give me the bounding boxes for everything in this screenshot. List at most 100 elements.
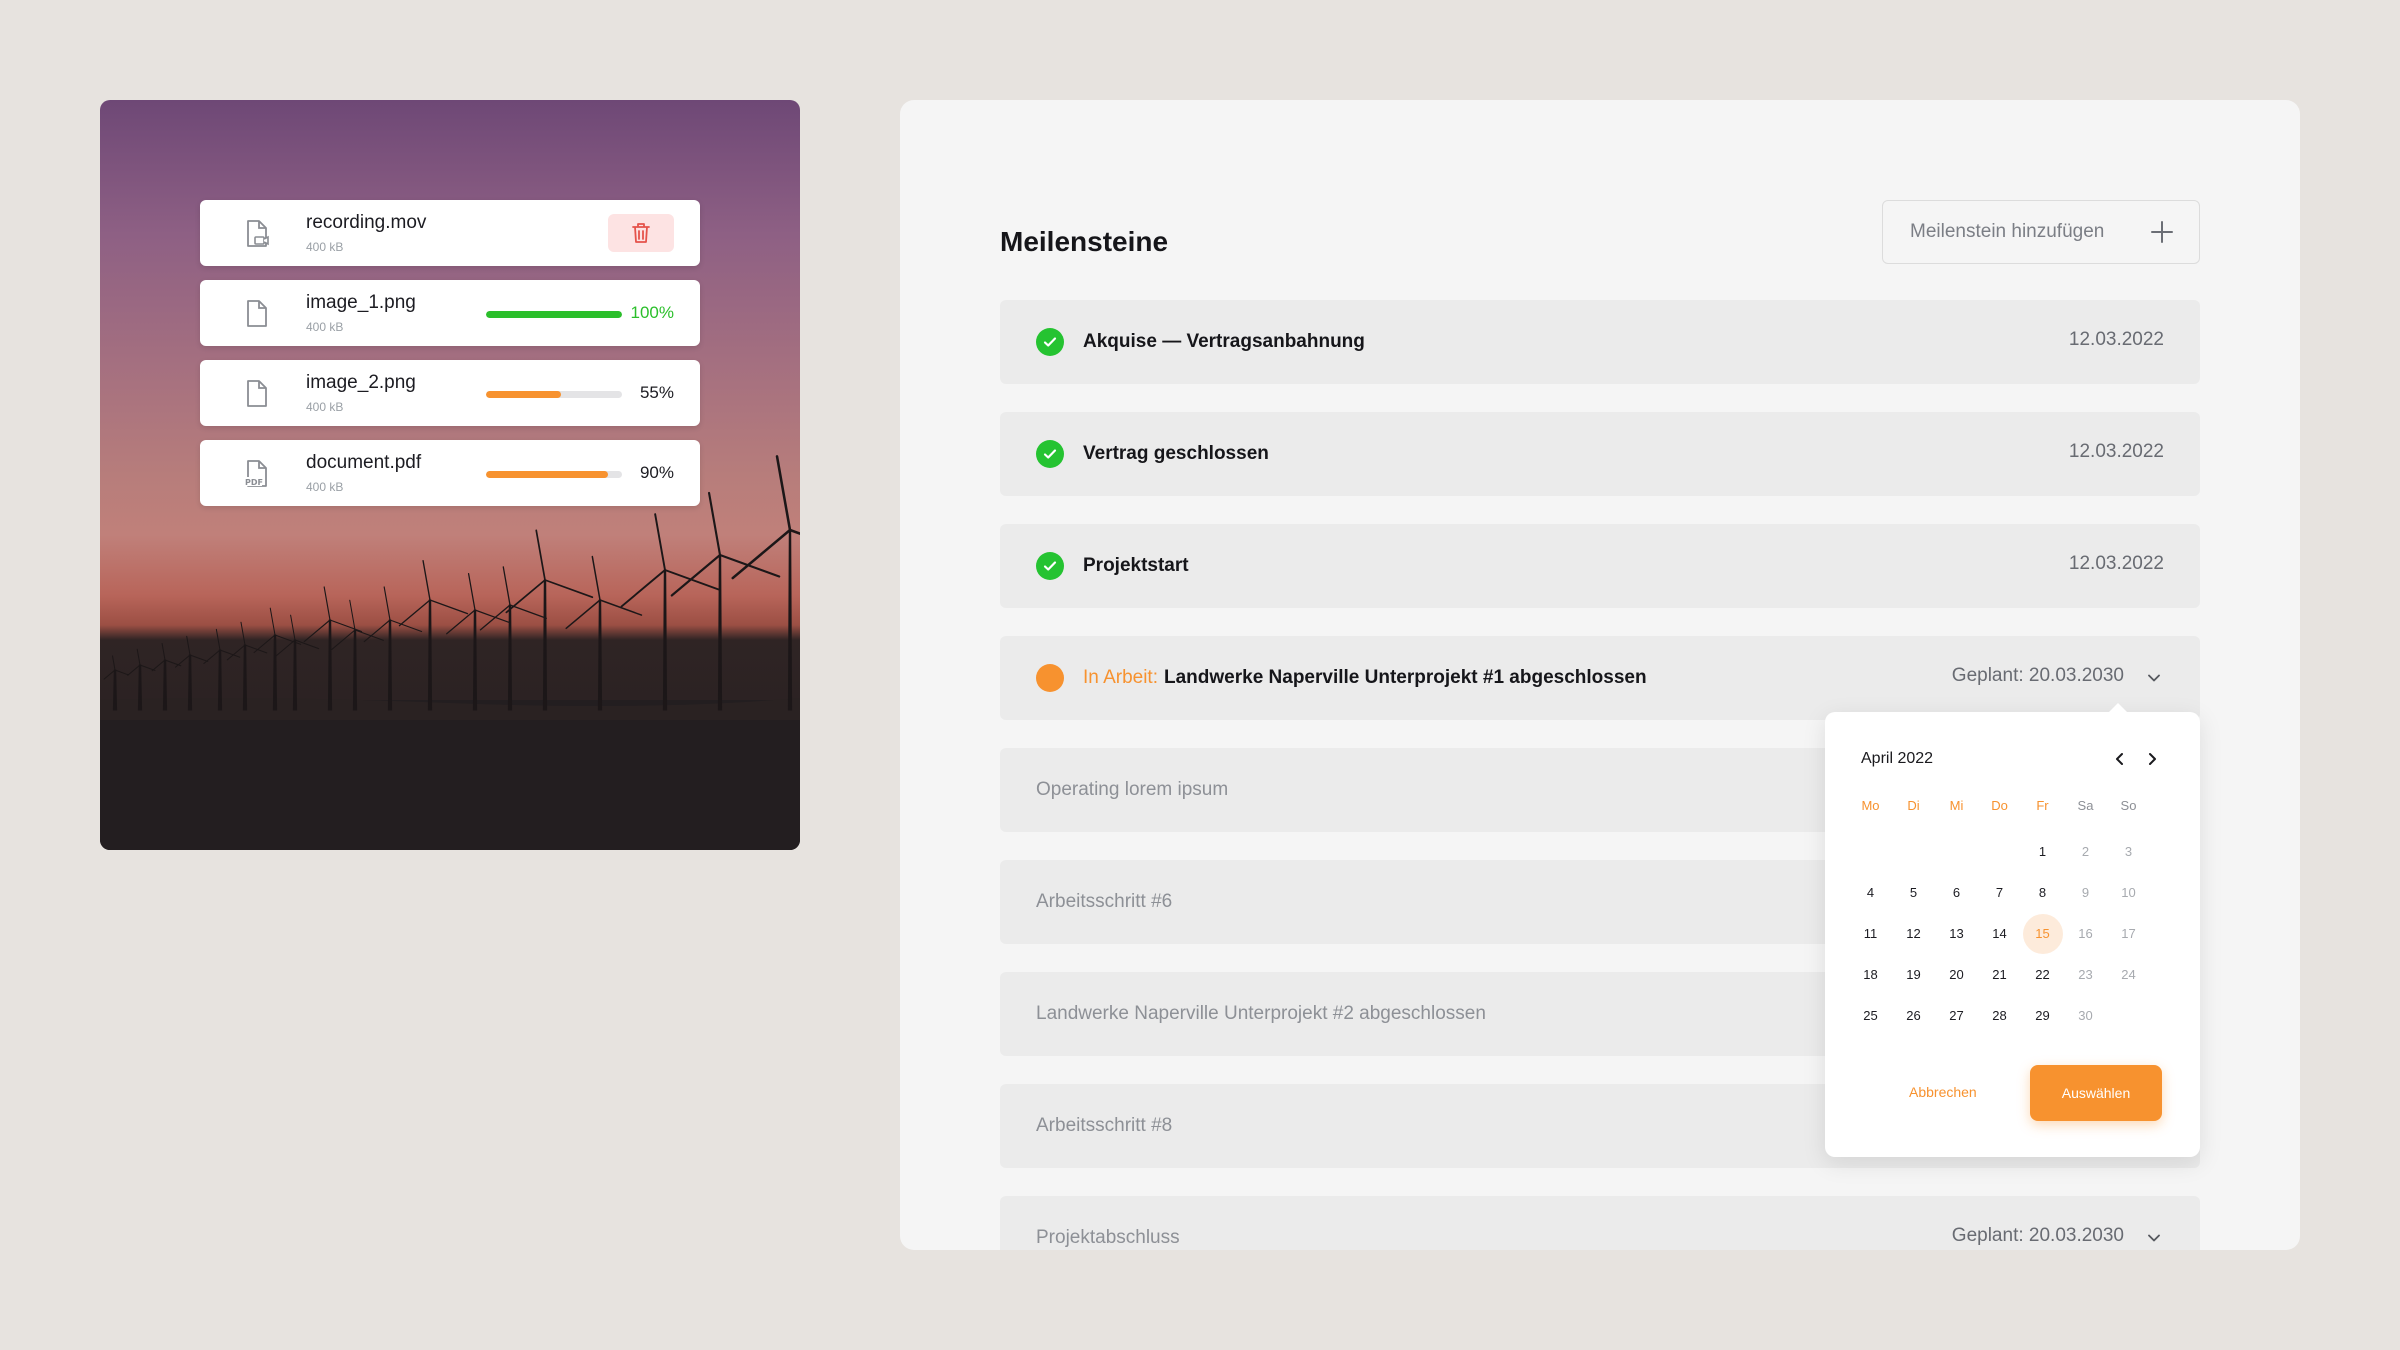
calendar-day-selected[interactable]: 15 <box>2021 913 2064 954</box>
weekday-label: So <box>2120 797 2137 813</box>
upload-progress-label: 100% <box>630 303 674 322</box>
milestone-label: Projektstart <box>1083 555 1189 576</box>
milestone-state: In Arbeit: <box>1083 667 1158 688</box>
file-name: image_2.png <box>306 372 416 393</box>
file-name: document.pdf <box>306 452 422 473</box>
page-title: Meilensteine <box>1000 226 1169 257</box>
upload-list: recording.mov 400 kB image_1.png 400 kB … <box>200 200 700 520</box>
selected-day-label: 15 <box>2022 913 2063 954</box>
calendar-week: 11 12 13 14 15 16 17 <box>1849 913 2193 954</box>
milestone-label: Landwerke Naperville Unterprojekt #2 abg… <box>1036 1003 1486 1024</box>
calendar-day[interactable]: 9 <box>2064 885 2107 900</box>
calendar-day[interactable]: 26 <box>1892 1008 1935 1023</box>
chevron-right-icon[interactable] <box>2143 750 2161 768</box>
calendar-day[interactable]: 1 <box>2021 844 2064 859</box>
calendar-day[interactable]: 30 <box>2064 1008 2107 1023</box>
calendar-day[interactable]: 3 <box>2107 844 2150 859</box>
milestone-label: Vertrag geschlossen <box>1083 443 1269 464</box>
calendar-grid: Mo Di Mi Do Fr Sa So 1 2 3 4 5 6 7 8 9 1… <box>1849 790 2193 1036</box>
calendar-day[interactable]: 29 <box>2021 1008 2064 1023</box>
check-icon <box>1036 328 1064 356</box>
background-photo: recording.mov 400 kB image_1.png 400 kB … <box>100 100 800 850</box>
milestone-date[interactable]: Geplant: 20.03.2030 <box>1952 665 2124 687</box>
milestone-date: 12.03.2022 <box>2068 441 2164 462</box>
calendar-day[interactable]: 13 <box>1935 926 1978 941</box>
file-name: recording.mov <box>306 212 427 233</box>
upload-item: image_1.png 400 kB 100% <box>200 280 700 346</box>
calendar-day[interactable]: 27 <box>1935 1008 1978 1023</box>
milestone-label: Operating lorem ipsum <box>1036 779 1229 800</box>
upload-item: image_2.png 400 kB 55% <box>200 360 700 426</box>
calendar-day[interactable]: 14 <box>1978 926 2021 941</box>
milestone-label: Akquise — Vertragsanbahnung <box>1083 331 1365 352</box>
calendar-week: 25 26 27 28 29 30 <box>1849 995 2193 1036</box>
calendar-day[interactable]: 19 <box>1892 967 1935 982</box>
upload-progress-fill <box>486 471 609 478</box>
calendar-week: 18 19 20 21 22 23 24 <box>1849 954 2193 995</box>
file-icon <box>247 380 267 407</box>
milestone-date: 12.03.2022 <box>2068 553 2164 574</box>
upload-progress-bar <box>486 471 622 478</box>
milestone-label: Landwerke Naperville Unterprojekt #1 abg… <box>1164 667 1647 688</box>
calendar-day[interactable]: 6 <box>1935 885 1978 900</box>
milestone-label: Projektabschluss <box>1036 1227 1180 1248</box>
milestone-date[interactable]: Geplant: 20.03.2030 <box>1952 1225 2124 1247</box>
weekday-header: Mo Di Mi Do Fr Sa So <box>1849 790 2193 831</box>
calendar-day[interactable]: 16 <box>2064 926 2107 941</box>
select-date-button[interactable]: Auswählen <box>2030 1065 2162 1121</box>
calendar-day[interactable]: 28 <box>1978 1008 2021 1023</box>
file-size: 400 kB <box>306 320 344 334</box>
popover-arrow <box>2108 703 2128 713</box>
chevron-down-icon[interactable] <box>2146 1230 2162 1246</box>
calendar-day[interactable]: 17 <box>2107 926 2150 941</box>
milestone-label: Arbeitsschritt #6 <box>1036 891 1173 912</box>
calendar-day[interactable]: 4 <box>1849 885 1892 900</box>
upload-progress-fill <box>486 391 561 398</box>
upload-progress-label: 55% <box>639 383 674 402</box>
add-milestone-button[interactable]: Meilenstein hinzufügen <box>1882 200 2200 264</box>
milestone-item[interactable]: Projektabschluss Geplant: 20.03.2030 <box>1000 1196 2200 1250</box>
calendar-week: 4 5 6 7 8 9 10 <box>1849 872 2193 913</box>
delete-button[interactable] <box>608 214 674 252</box>
in-progress-dot-icon <box>1036 664 1064 692</box>
svg-text:PDF: PDF <box>245 478 263 487</box>
cancel-button[interactable]: Abbrechen <box>1909 1084 1977 1100</box>
milestone-item[interactable]: Vertrag geschlossen 12.03.2022 <box>1000 412 2200 496</box>
calendar-day[interactable]: 11 <box>1849 926 1892 941</box>
upload-item: PDF document.pdf 400 kB 90% <box>200 440 700 506</box>
file-size: 400 kB <box>306 400 344 414</box>
file-size: 400 kB <box>306 240 344 254</box>
upload-progress-bar <box>486 311 622 318</box>
calendar-day[interactable]: 21 <box>1978 967 2021 982</box>
calendar-day[interactable]: 12 <box>1892 926 1935 941</box>
calendar-day[interactable]: 23 <box>2064 967 2107 982</box>
upload-item: recording.mov 400 kB <box>200 200 700 266</box>
file-icon <box>247 300 267 327</box>
file-pdf-icon: PDF <box>244 460 267 487</box>
check-icon <box>1036 440 1064 468</box>
calendar-day[interactable]: 18 <box>1849 967 1892 982</box>
upload-progress-fill <box>486 311 622 318</box>
milestone-item[interactable]: Projektstart 12.03.2022 <box>1000 524 2200 608</box>
milestone-item[interactable]: Akquise — Vertragsanbahnung 12.03.2022 <box>1000 300 2200 384</box>
file-size: 400 kB <box>306 480 344 494</box>
calendar-day[interactable]: 20 <box>1935 967 1978 982</box>
calendar-day[interactable]: 5 <box>1892 885 1935 900</box>
calendar-day[interactable]: 10 <box>2107 885 2150 900</box>
calendar-day[interactable]: 2 <box>2064 844 2107 859</box>
calendar-day[interactable]: 7 <box>1978 885 2021 900</box>
check-icon <box>1036 552 1064 580</box>
chevron-down-icon[interactable] <box>2146 670 2162 686</box>
milestone-item-active[interactable]: In Arbeit: Landwerke Naperville Unterpro… <box>1000 636 2200 720</box>
calendar-day[interactable]: 22 <box>2021 967 2064 982</box>
weekday-label: Do <box>1991 797 2008 813</box>
calendar-day[interactable]: 8 <box>2021 885 2064 900</box>
weekday-label: Fr <box>2036 797 2049 813</box>
add-milestone-label: Meilenstein hinzufügen <box>1910 221 2105 242</box>
weekday-label: Mo <box>1861 797 1880 813</box>
calendar-week: 1 2 3 <box>1849 831 2193 872</box>
trash-icon <box>632 223 650 243</box>
calendar-day[interactable]: 25 <box>1849 1008 1892 1023</box>
chevron-left-icon[interactable] <box>2111 750 2129 768</box>
calendar-day[interactable]: 24 <box>2107 967 2150 982</box>
